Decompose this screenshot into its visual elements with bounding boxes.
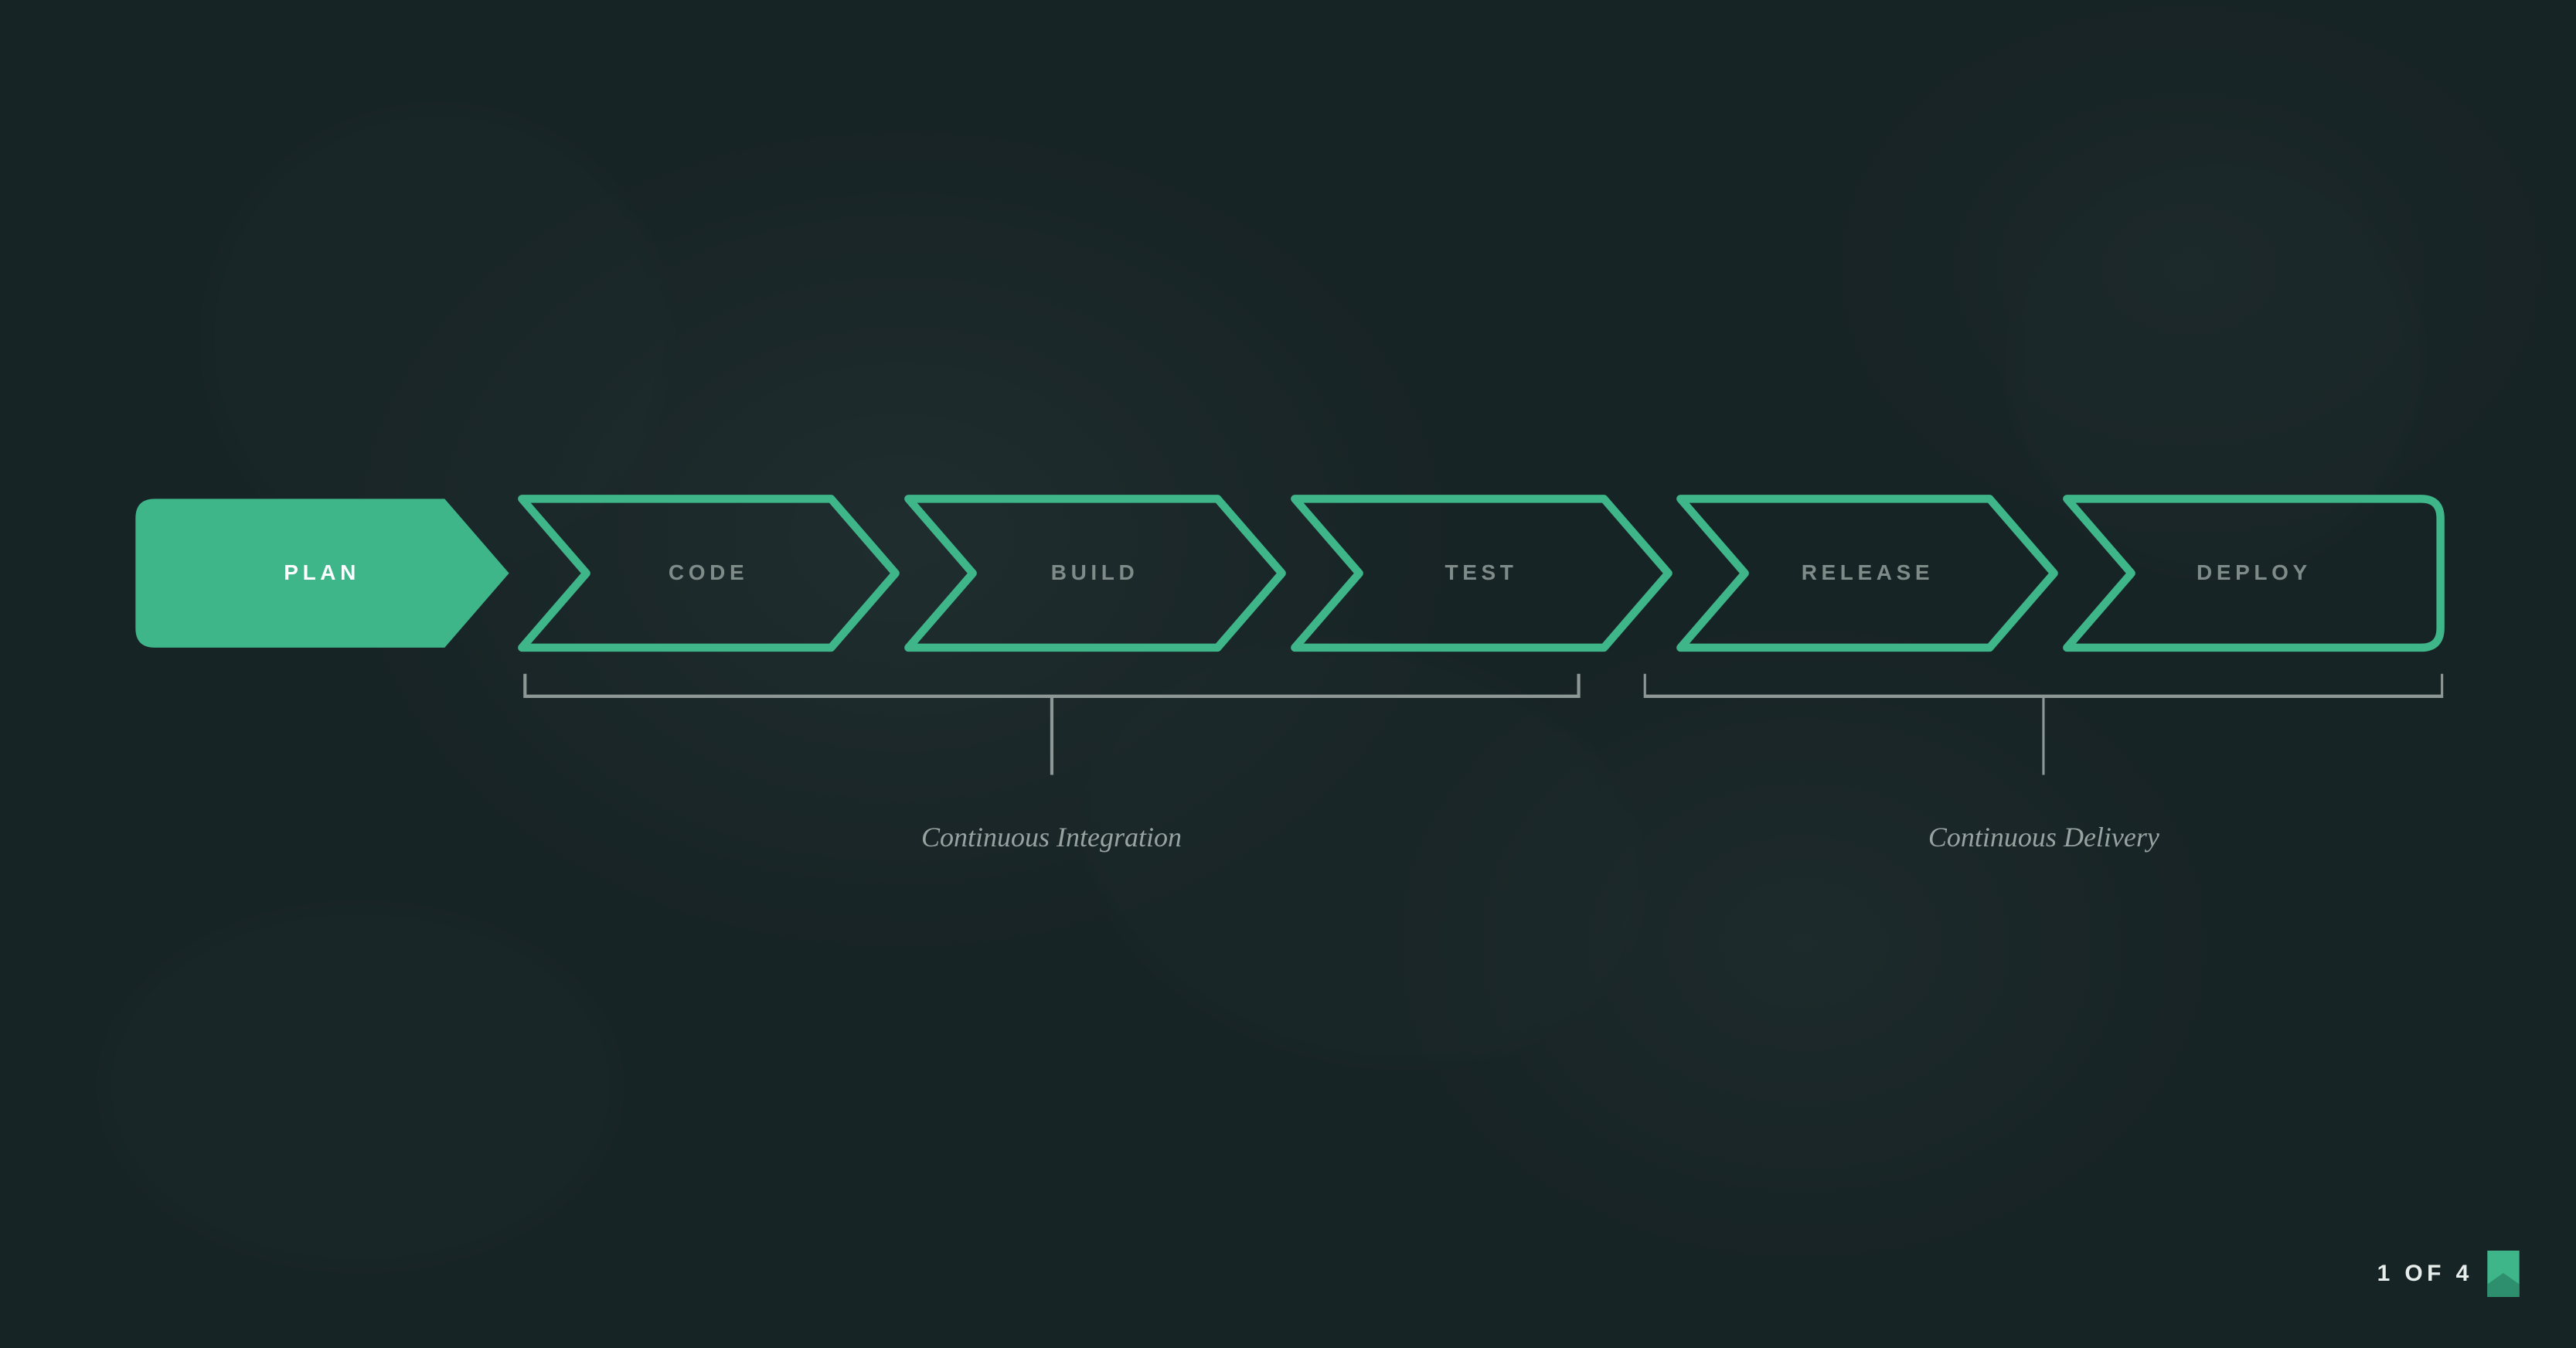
bracket-icon [519,667,1585,802]
slide-stage: PLAN CODE BUILD TEST [0,0,2576,1348]
background-texture [103,907,618,1268]
group-bracket-ci: Continuous Integration [519,667,1585,802]
pipeline-step-code: CODE [516,492,902,654]
pipeline-step-label: DEPLOY [2197,560,2312,585]
pipeline-step-label: RELEASE [1802,560,1934,585]
pipeline-step-label: TEST [1445,560,1517,585]
pipeline-step-label: BUILD [1051,560,1139,585]
page-counter: 1 OF 4 [2377,1261,2473,1287]
pipeline-step-test: TEST [1288,492,1675,654]
pipeline-step-build: BUILD [902,492,1288,654]
group-label-ci: Continuous Integration [921,821,1182,853]
group-brackets: Continuous Integration Continuous Delive… [129,667,2448,802]
bracket-icon [1640,667,2447,802]
pipeline-row: PLAN CODE BUILD TEST [129,492,2448,654]
group-label-cd: Continuous Delivery [1928,821,2159,853]
footer: 1 OF 4 [2377,1251,2520,1297]
pipeline-step-label: CODE [669,560,748,585]
pipeline-step-deploy: DEPLOY [2060,492,2447,654]
pipeline-step-label: PLAN [284,560,360,585]
pipeline-step-plan: PLAN [129,492,516,654]
group-bracket-cd: Continuous Delivery [1640,667,2447,802]
pipeline-step-release: RELEASE [1674,492,2060,654]
brand-badge-icon [2487,1251,2520,1297]
